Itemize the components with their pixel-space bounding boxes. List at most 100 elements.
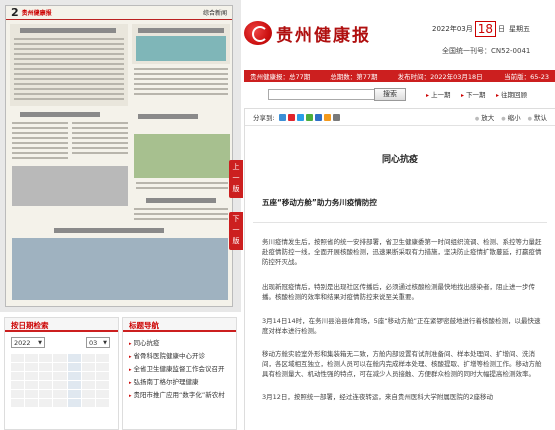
logo-text: 贵州健康报 bbox=[276, 25, 371, 46]
calendar-grid bbox=[11, 354, 109, 428]
calendar-day-cell[interactable] bbox=[67, 354, 81, 362]
text-line bbox=[72, 127, 128, 129]
news-photo bbox=[134, 134, 230, 178]
calendar-day-cell[interactable] bbox=[95, 381, 109, 389]
wechat-icon[interactable] bbox=[305, 113, 313, 121]
font-smaller-button[interactable]: 缩小 bbox=[501, 112, 521, 122]
calendar-day-cell[interactable] bbox=[25, 354, 39, 362]
calendar-day-cell[interactable] bbox=[39, 354, 53, 362]
next-page-tab[interactable]: 下一版 bbox=[229, 212, 243, 250]
date-search-panel: 按日期检索 2022 ▼ 03 ▼ bbox=[4, 317, 119, 430]
font-larger-button[interactable]: 放大 bbox=[475, 112, 494, 122]
logo-emblem-icon bbox=[244, 21, 272, 45]
calendar-day-cell[interactable] bbox=[95, 390, 109, 398]
calendar-day-cell[interactable] bbox=[53, 390, 67, 398]
calendar-day-cell[interactable] bbox=[95, 354, 109, 362]
news-photo bbox=[12, 166, 128, 206]
calendar-day-cell[interactable] bbox=[25, 372, 39, 380]
more-share-icon[interactable] bbox=[332, 113, 340, 121]
text-line bbox=[12, 142, 68, 144]
calendar-day-cell[interactable] bbox=[53, 354, 67, 362]
qzone-icon[interactable] bbox=[278, 113, 286, 121]
calendar-day-cell[interactable] bbox=[67, 381, 81, 389]
calendar-day-cell[interactable] bbox=[11, 354, 25, 362]
article-headline bbox=[146, 198, 216, 203]
text-line bbox=[14, 93, 124, 95]
calendar-days[interactable] bbox=[11, 354, 109, 407]
calendar-day-cell[interactable] bbox=[11, 363, 25, 371]
nav-item[interactable]: 贵阳市推广应用“数字化”新农村 bbox=[129, 389, 236, 399]
text-line bbox=[12, 122, 68, 124]
calendar-day-cell[interactable] bbox=[11, 399, 25, 407]
month-select[interactable]: 03 ▼ bbox=[86, 337, 110, 348]
calendar-day-cell[interactable] bbox=[11, 390, 25, 398]
calendar-day-cell[interactable] bbox=[39, 372, 53, 380]
search-input[interactable] bbox=[268, 89, 376, 100]
calendar-day-cell[interactable] bbox=[53, 372, 67, 380]
next-issue-link[interactable]: 下一期 bbox=[461, 89, 486, 99]
archive-link[interactable]: 往期回顾 bbox=[496, 89, 527, 99]
article-paragraph: 3月14日14时，在务川县治县体育场，5座“移动方舱”正在紧锣密鼓地进行着核酸检… bbox=[262, 317, 541, 335]
douban-icon[interactable] bbox=[323, 113, 331, 121]
text-line bbox=[72, 137, 128, 139]
article-headline bbox=[20, 28, 116, 33]
text-line bbox=[136, 182, 228, 184]
calendar-day-cell[interactable] bbox=[67, 390, 81, 398]
nav-item[interactable]: 同心抗疫 bbox=[129, 337, 236, 347]
calendar-day-cell[interactable] bbox=[81, 381, 95, 389]
calendar-day-cell[interactable] bbox=[53, 363, 67, 371]
date-day: 18 bbox=[474, 21, 497, 37]
text-line bbox=[134, 78, 228, 80]
search-button[interactable]: 搜索 bbox=[374, 88, 406, 101]
newspaper-page-image[interactable]: 2 贵州健康报 综合新闻 bbox=[5, 5, 233, 307]
text-line bbox=[14, 58, 124, 60]
calendar-day-cell[interactable] bbox=[39, 399, 53, 407]
calendar-day-cell[interactable] bbox=[25, 363, 39, 371]
calendar-day-cell[interactable] bbox=[67, 372, 81, 380]
calendar-day-cell[interactable] bbox=[25, 390, 39, 398]
text-line bbox=[134, 68, 228, 70]
calendar-day-cell[interactable] bbox=[53, 399, 67, 407]
calendar-day-cell[interactable] bbox=[67, 363, 81, 371]
page-section: 综合新闻 bbox=[202, 10, 227, 17]
calendar-day-cell[interactable] bbox=[53, 381, 67, 389]
news-photo bbox=[136, 36, 226, 61]
calendar-day-cell[interactable] bbox=[39, 390, 53, 398]
prev-issue-link[interactable]: 上一期 bbox=[426, 89, 451, 99]
calendar-day-cell[interactable] bbox=[25, 399, 39, 407]
text-line bbox=[134, 213, 228, 215]
nav-item[interactable]: 弘扬南丁格尔护理健康 bbox=[129, 376, 236, 386]
calendar-day-cell[interactable] bbox=[95, 399, 109, 407]
text-line bbox=[14, 53, 124, 55]
calendar-day-cell[interactable] bbox=[95, 372, 109, 380]
calendar-day-cell[interactable] bbox=[95, 363, 109, 371]
weibo-icon[interactable] bbox=[287, 113, 295, 121]
calendar-day-cell[interactable] bbox=[67, 399, 81, 407]
tencent-weibo-icon[interactable] bbox=[296, 113, 304, 121]
title-nav-panel: 标题导航 同心抗疫 省骨科医院健康中心开诊 全省卫生健康监督工作会议召开 弘扬南… bbox=[122, 317, 237, 430]
calendar-day-cell[interactable] bbox=[11, 372, 25, 380]
page-logo: 贵州健康报 bbox=[21, 10, 52, 17]
text-line bbox=[14, 68, 124, 70]
cn-number: 全国统一刊号：CN52-0041 bbox=[442, 47, 531, 55]
nav-item[interactable]: 省骨科医院健康中心开诊 bbox=[129, 350, 236, 360]
calendar-day-cell[interactable] bbox=[81, 399, 95, 407]
text-line bbox=[134, 83, 228, 85]
font-default-button[interactable]: 默认 bbox=[528, 112, 547, 122]
calendar-day-cell[interactable] bbox=[81, 372, 95, 380]
year-select[interactable]: 2022 ▼ bbox=[11, 337, 45, 348]
calendar-day-cell[interactable] bbox=[39, 363, 53, 371]
calendar-day-cell[interactable] bbox=[25, 381, 39, 389]
renren-icon[interactable] bbox=[314, 113, 322, 121]
article-paragraph: 务川疫情发生后，按照省的统一安排部署，省卫生健康委第一时间组织流调、检测、系控等… bbox=[262, 238, 542, 266]
calendar-day-cell[interactable] bbox=[81, 363, 95, 371]
calendar-day-cell[interactable] bbox=[39, 381, 53, 389]
prev-page-tab[interactable]: 上一版 bbox=[229, 160, 243, 198]
text-line bbox=[134, 73, 228, 75]
calendar-day-cell[interactable] bbox=[11, 381, 25, 389]
calendar-day-cell[interactable] bbox=[81, 354, 95, 362]
site-logo[interactable]: 贵州健康报 bbox=[244, 18, 371, 48]
date-search-title: 按日期检索 bbox=[5, 318, 118, 332]
calendar-day-cell[interactable] bbox=[81, 390, 95, 398]
nav-item[interactable]: 全省卫生健康监督工作会议召开 bbox=[129, 363, 236, 373]
